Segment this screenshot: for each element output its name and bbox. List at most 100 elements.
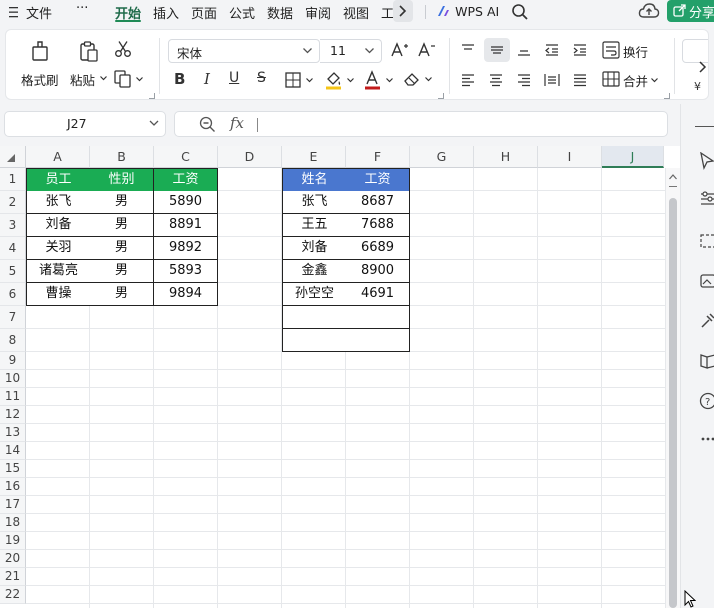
row-header-20[interactable]: 20 <box>0 550 26 568</box>
table1-cell[interactable]: 男 <box>90 283 154 306</box>
row-header-19[interactable]: 19 <box>0 532 26 550</box>
ribbon-scroll-right-icon[interactable] <box>698 60 707 74</box>
font-color-button[interactable] <box>364 70 394 90</box>
align-top-icon[interactable] <box>460 43 476 57</box>
table1-cell[interactable]: 诸葛亮 <box>26 260 91 283</box>
table2-cell[interactable] <box>346 329 410 352</box>
column-header-h[interactable]: H <box>474 146 538 168</box>
row-header-10[interactable]: 10 <box>0 370 26 388</box>
table1-cell[interactable]: 刘备 <box>26 214 91 237</box>
table2-cell[interactable]: 8900 <box>346 260 410 283</box>
book-icon[interactable] <box>699 352 714 370</box>
decrease-font-icon[interactable] <box>418 42 436 58</box>
table1-cell[interactable]: 5890 <box>154 191 218 214</box>
row-header-13[interactable]: 13 <box>0 424 26 442</box>
justify-icon[interactable] <box>572 73 588 87</box>
table1-cell[interactable]: 关羽 <box>26 237 91 260</box>
align-center-icon[interactable] <box>488 73 504 87</box>
paste-button[interactable]: 粘贴 <box>68 38 112 90</box>
table1-header-cell[interactable]: 工资 <box>154 168 218 192</box>
row-header-4[interactable]: 4 <box>0 237 26 260</box>
tab-review[interactable]: 审阅 <box>305 3 331 22</box>
align-bottom-icon[interactable] <box>516 43 532 57</box>
column-header-a[interactable]: A <box>26 146 90 168</box>
settings-sliders-icon[interactable] <box>699 190 714 208</box>
table1-cell[interactable]: 男 <box>90 237 154 260</box>
column-header-j[interactable]: J <box>602 146 664 168</box>
table2-header-cell[interactable]: 姓名 <box>282 168 347 192</box>
select-all-corner[interactable] <box>0 146 26 168</box>
column-header-c[interactable]: C <box>154 146 218 168</box>
row-header-22[interactable]: 22 <box>0 586 26 604</box>
cut-icon[interactable] <box>114 40 132 58</box>
decrease-indent-icon[interactable] <box>544 43 560 57</box>
underline-icon[interactable]: U <box>229 70 239 86</box>
tab-view[interactable]: 视图 <box>343 3 369 22</box>
table2-cell[interactable]: 刘备 <box>282 237 347 260</box>
table1-cell[interactable]: 9894 <box>154 283 218 306</box>
help-icon[interactable]: ? <box>699 392 714 410</box>
column-header-b[interactable]: B <box>90 146 154 168</box>
table1-cell[interactable]: 9892 <box>154 237 218 260</box>
column-header-g[interactable]: G <box>410 146 474 168</box>
more-tabs-button[interactable] <box>393 0 413 22</box>
font-size-select[interactable]: 11 <box>320 39 382 63</box>
hamburger-icon[interactable] <box>9 6 19 18</box>
border-button[interactable] <box>285 72 317 90</box>
table2-cell[interactable] <box>282 329 347 352</box>
table1-cell[interactable]: 曹操 <box>26 283 91 306</box>
table2-cell[interactable]: 6689 <box>346 237 410 260</box>
clipboard-dialog-launcher[interactable] <box>149 93 155 99</box>
row-header-21[interactable]: 21 <box>0 568 26 586</box>
column-header-i[interactable]: I <box>538 146 602 168</box>
vertical-scrollbar[interactable] <box>666 168 680 608</box>
table1-header-cell[interactable]: 员工 <box>26 168 91 192</box>
row-header-12[interactable]: 12 <box>0 406 26 424</box>
font-name-select[interactable]: 宋体 <box>168 39 320 63</box>
column-header-d[interactable]: D <box>218 146 282 168</box>
alignment-dialog-launcher[interactable] <box>664 93 670 99</box>
row-header-9[interactable]: 9 <box>0 352 26 370</box>
more-options-icon[interactable] <box>701 436 714 442</box>
share-button[interactable]: 分享 <box>667 0 714 22</box>
search-icon[interactable] <box>511 3 529 21</box>
tab-page[interactable]: 页面 <box>191 3 217 22</box>
table2-cell[interactable]: 王五 <box>282 214 347 237</box>
cloud-upload-icon[interactable] <box>638 1 660 21</box>
table2-cell[interactable] <box>346 306 410 329</box>
tab-data[interactable]: 数据 <box>267 3 293 22</box>
table1-cell[interactable]: 男 <box>90 191 154 214</box>
table1-cell[interactable]: 5893 <box>154 260 218 283</box>
tools-icon[interactable] <box>699 312 714 330</box>
table1-header-cell[interactable]: 性别 <box>90 168 154 192</box>
scrollbar-thumb[interactable] <box>669 198 677 608</box>
table2-cell[interactable]: 张飞 <box>282 191 347 214</box>
table1-cell[interactable]: 张飞 <box>26 191 91 214</box>
table1-cell[interactable]: 8891 <box>154 214 218 237</box>
table2-header-cell[interactable]: 工资 <box>346 168 410 192</box>
spreadsheet-grid[interactable]: A B C D E F G H I J 1 2 3 4 5 6 7 8 9 10 11 12 13 14 15 16 17 18 19 2… <box>0 146 666 608</box>
table-style-icon[interactable] <box>699 232 714 250</box>
wps-ai-button[interactable]: WPS AI <box>437 4 499 20</box>
format-painter-button[interactable]: 格式刷 <box>18 38 62 90</box>
menu-file[interactable]: 文件 <box>26 3 52 22</box>
italic-icon[interactable]: I <box>204 70 210 88</box>
fx-icon[interactable]: fx <box>230 114 244 132</box>
bold-icon[interactable]: B <box>174 70 185 88</box>
tab-insert[interactable]: 插入 <box>153 3 179 22</box>
name-box[interactable]: J27 <box>4 111 166 137</box>
row-header-2[interactable]: 2 <box>0 191 26 214</box>
formula-input[interactable]: fx <box>174 111 668 137</box>
select-cursor-icon[interactable] <box>699 152 714 170</box>
distributed-align-icon[interactable] <box>544 73 560 87</box>
fill-color-button[interactable] <box>325 70 355 90</box>
increase-font-icon[interactable] <box>391 42 409 58</box>
row-header-11[interactable]: 11 <box>0 388 26 406</box>
wrap-text-button[interactable]: 换行 <box>602 41 652 61</box>
row-header-15[interactable]: 15 <box>0 460 26 478</box>
row-header-18[interactable]: 18 <box>0 514 26 532</box>
strikethrough-icon[interactable]: S <box>257 70 266 86</box>
table2-cell[interactable]: 7688 <box>346 214 410 237</box>
row-header-3[interactable]: 3 <box>0 214 26 237</box>
tab-formula[interactable]: 公式 <box>229 3 255 22</box>
